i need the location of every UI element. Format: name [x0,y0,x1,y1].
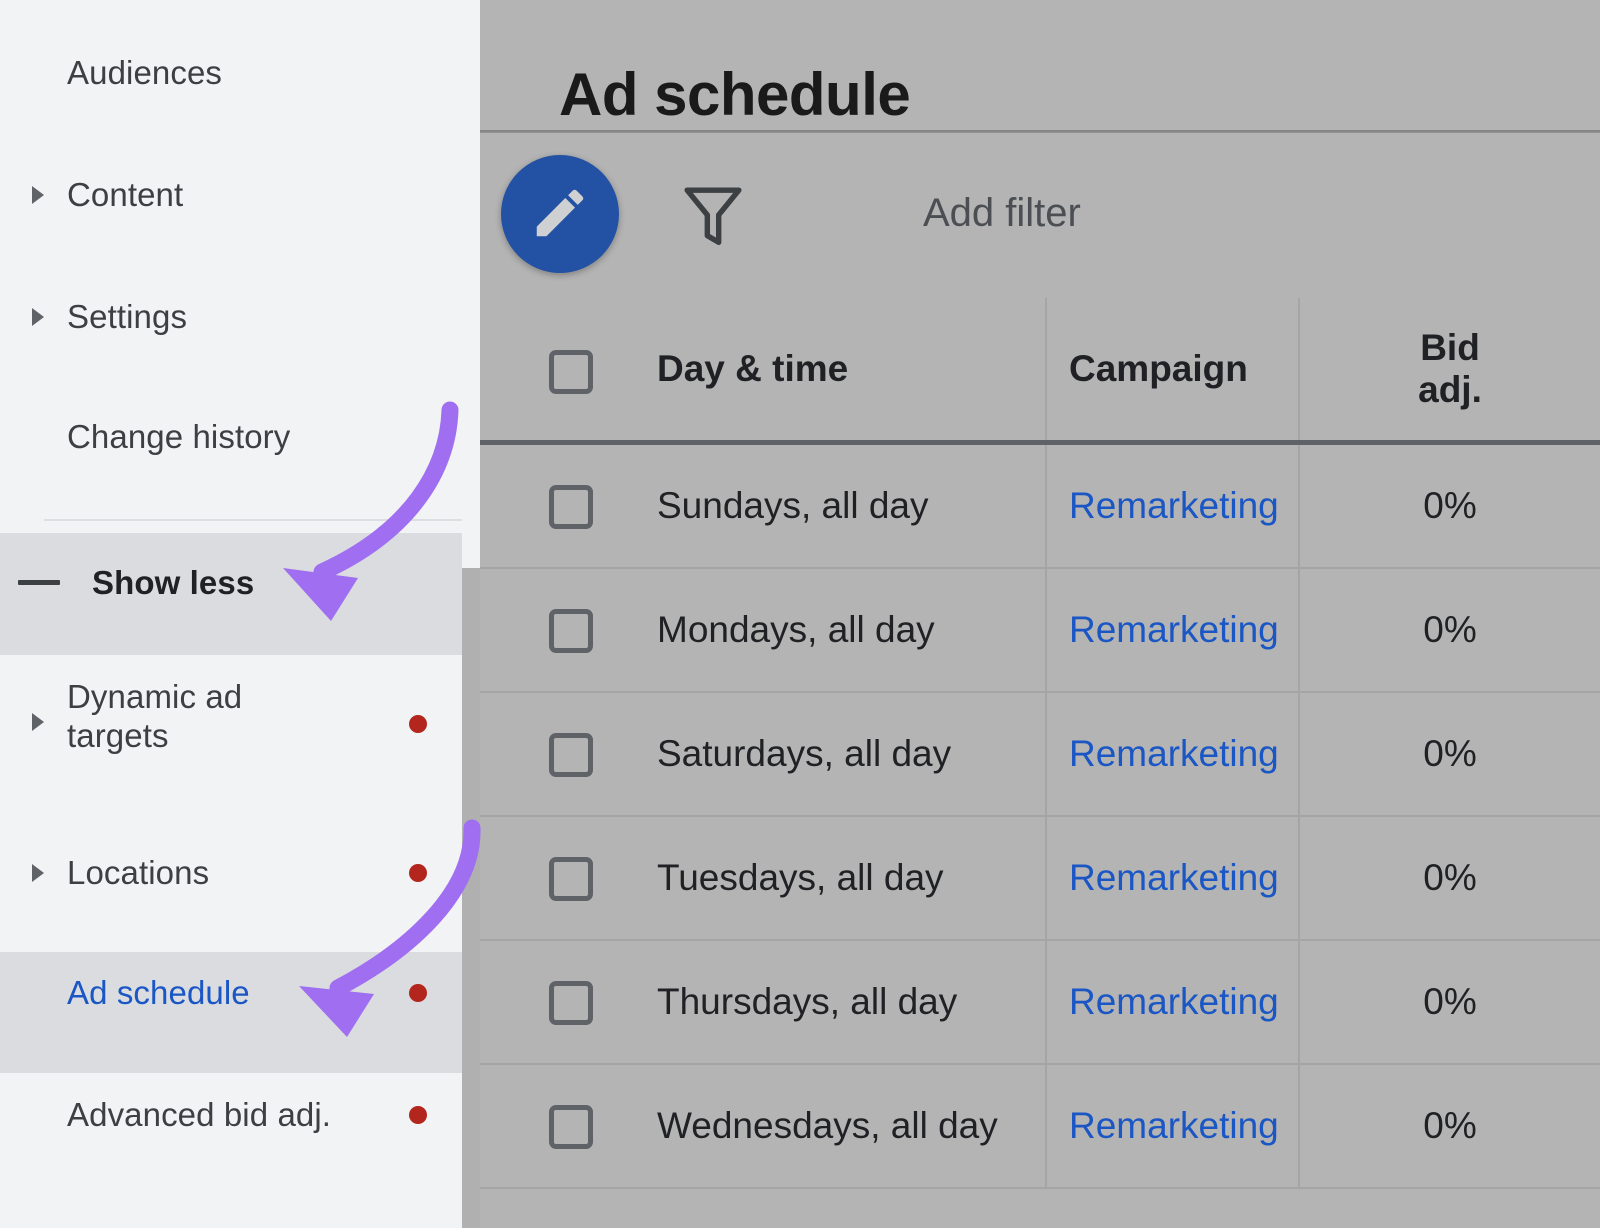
campaign-link[interactable]: Remarketing [1069,733,1279,775]
sidebar-item-ad-schedule[interactable]: Ad schedule [0,962,462,1024]
row-cell-campaign: Remarketing [1047,941,1300,1063]
day-time-value: Sundays, all day [657,485,929,527]
table-row[interactable]: Thursdays, all day Remarketing 0% [480,941,1600,1065]
table-header-row: Day & time Campaign Bid adj. [480,298,1600,445]
table-row[interactable]: Mondays, all day Remarketing 0% [480,569,1600,693]
row-cell-campaign: Remarketing [1047,569,1300,691]
bid-adj-value: 0% [1423,485,1476,527]
content-gutter-bottom [462,568,480,1228]
row-cell-day-time: Mondays, all day [480,569,1047,691]
sidebar-item-advanced-bid-adj[interactable]: Advanced bid adj. [0,1084,462,1146]
row-checkbox[interactable] [549,485,593,529]
row-cell-day-time: Sundays, all day [480,445,1047,567]
chevron-right-icon [28,185,48,205]
day-time-value: Tuesdays, all day [657,857,944,899]
row-cell-day-time: Wednesdays, all day [480,1065,1047,1187]
edit-button[interactable] [501,155,619,273]
day-time-value: Thursdays, all day [657,981,957,1023]
sidebar-item-label: Content [67,176,183,215]
column-header-label: Day & time [657,348,848,390]
sidebar-show-less-toggle[interactable]: Show less [0,552,462,614]
sidebar-item-locations[interactable]: Locations [0,842,462,904]
content-gutter-top [462,0,480,568]
bid-adj-value: 0% [1423,981,1476,1023]
row-cell-campaign: Remarketing [1047,817,1300,939]
ad-schedule-table: Day & time Campaign Bid adj. Sundays, al… [480,298,1600,1189]
row-cell-bid-adj: 0% [1300,817,1600,939]
sidebar-navigation: Audiences Content Settings Change histor… [0,0,462,1228]
row-cell-campaign: Remarketing [1047,1065,1300,1187]
column-header-label: Bid adj. [1418,327,1482,411]
status-dot [409,715,427,733]
sidebar-item-label: Show less [92,564,254,603]
sidebar-item-dynamic-ad-targets[interactable]: Dynamic ad targets [0,672,462,776]
row-cell-bid-adj: 0% [1300,693,1600,815]
row-cell-campaign: Remarketing [1047,693,1300,815]
main-content: Ad schedule Add filter [480,0,1600,1228]
chevron-right-icon [28,307,48,327]
chevron-right-icon [28,863,48,883]
row-checkbox[interactable] [549,857,593,901]
sidebar-item-label: Audiences [67,54,222,93]
campaign-link[interactable]: Remarketing [1069,981,1279,1023]
day-time-value: Mondays, all day [657,609,935,651]
row-checkbox[interactable] [549,981,593,1025]
bid-adj-value: 0% [1423,733,1476,775]
toolbar: Add filter [480,133,1600,298]
row-checkbox[interactable] [549,609,593,653]
table-row[interactable]: Tuesdays, all day Remarketing 0% [480,817,1600,941]
table-row[interactable]: Saturdays, all day Remarketing 0% [480,693,1600,817]
campaign-link[interactable]: Remarketing [1069,857,1279,899]
row-checkbox[interactable] [549,733,593,777]
status-dot [409,1106,427,1124]
sidebar-item-label: Change history [67,418,290,457]
bid-adj-value: 0% [1423,857,1476,899]
day-time-value: Saturdays, all day [657,733,951,775]
minus-icon [18,580,60,585]
chevron-right-icon [28,712,48,732]
campaign-link[interactable]: Remarketing [1069,485,1279,527]
sidebar-item-content[interactable]: Content [0,164,462,226]
table-row[interactable]: Sundays, all day Remarketing 0% [480,445,1600,569]
app-root: Audiences Content Settings Change histor… [0,0,1600,1228]
row-cell-bid-adj: 0% [1300,1065,1600,1187]
row-cell-day-time: Tuesdays, all day [480,817,1047,939]
header-cell-campaign: Campaign [1047,298,1300,440]
row-cell-day-time: Saturdays, all day [480,693,1047,815]
filter-icon[interactable] [682,181,744,251]
day-time-value: Wednesdays, all day [657,1105,998,1147]
status-dot [409,984,427,1002]
bid-adj-value: 0% [1423,609,1476,651]
column-header-label: Campaign [1069,348,1248,390]
page-title: Ad schedule [559,60,910,129]
title-bar: Ad schedule [480,0,1600,130]
row-cell-day-time: Thursdays, all day [480,941,1047,1063]
select-all-checkbox[interactable] [549,350,593,394]
sidebar-item-label: Settings [67,298,187,337]
sidebar-item-change-history[interactable]: Change history [0,406,462,468]
sidebar-item-label: Advanced bid adj. [67,1096,331,1135]
status-dot [409,864,427,882]
campaign-link[interactable]: Remarketing [1069,609,1279,651]
header-cell-bid-adj: Bid adj. [1300,298,1600,440]
sidebar-item-settings[interactable]: Settings [0,286,462,348]
sidebar-item-audiences[interactable]: Audiences [0,42,462,104]
sidebar-item-label: Locations [67,854,209,893]
pencil-icon [529,182,591,247]
row-cell-bid-adj: 0% [1300,445,1600,567]
sidebar-divider [44,519,462,521]
table-row[interactable]: Wednesdays, all day Remarketing 0% [480,1065,1600,1189]
campaign-link[interactable]: Remarketing [1069,1105,1279,1147]
row-cell-bid-adj: 0% [1300,569,1600,691]
row-checkbox[interactable] [549,1105,593,1149]
row-cell-campaign: Remarketing [1047,445,1300,567]
sidebar-item-label: Dynamic ad targets [67,678,242,756]
sidebar-item-label: Ad schedule [67,974,250,1013]
bid-adj-value: 0% [1423,1105,1476,1147]
header-cell-day-time: Day & time [480,298,1047,440]
add-filter-button[interactable]: Add filter [923,191,1081,236]
row-cell-bid-adj: 0% [1300,941,1600,1063]
